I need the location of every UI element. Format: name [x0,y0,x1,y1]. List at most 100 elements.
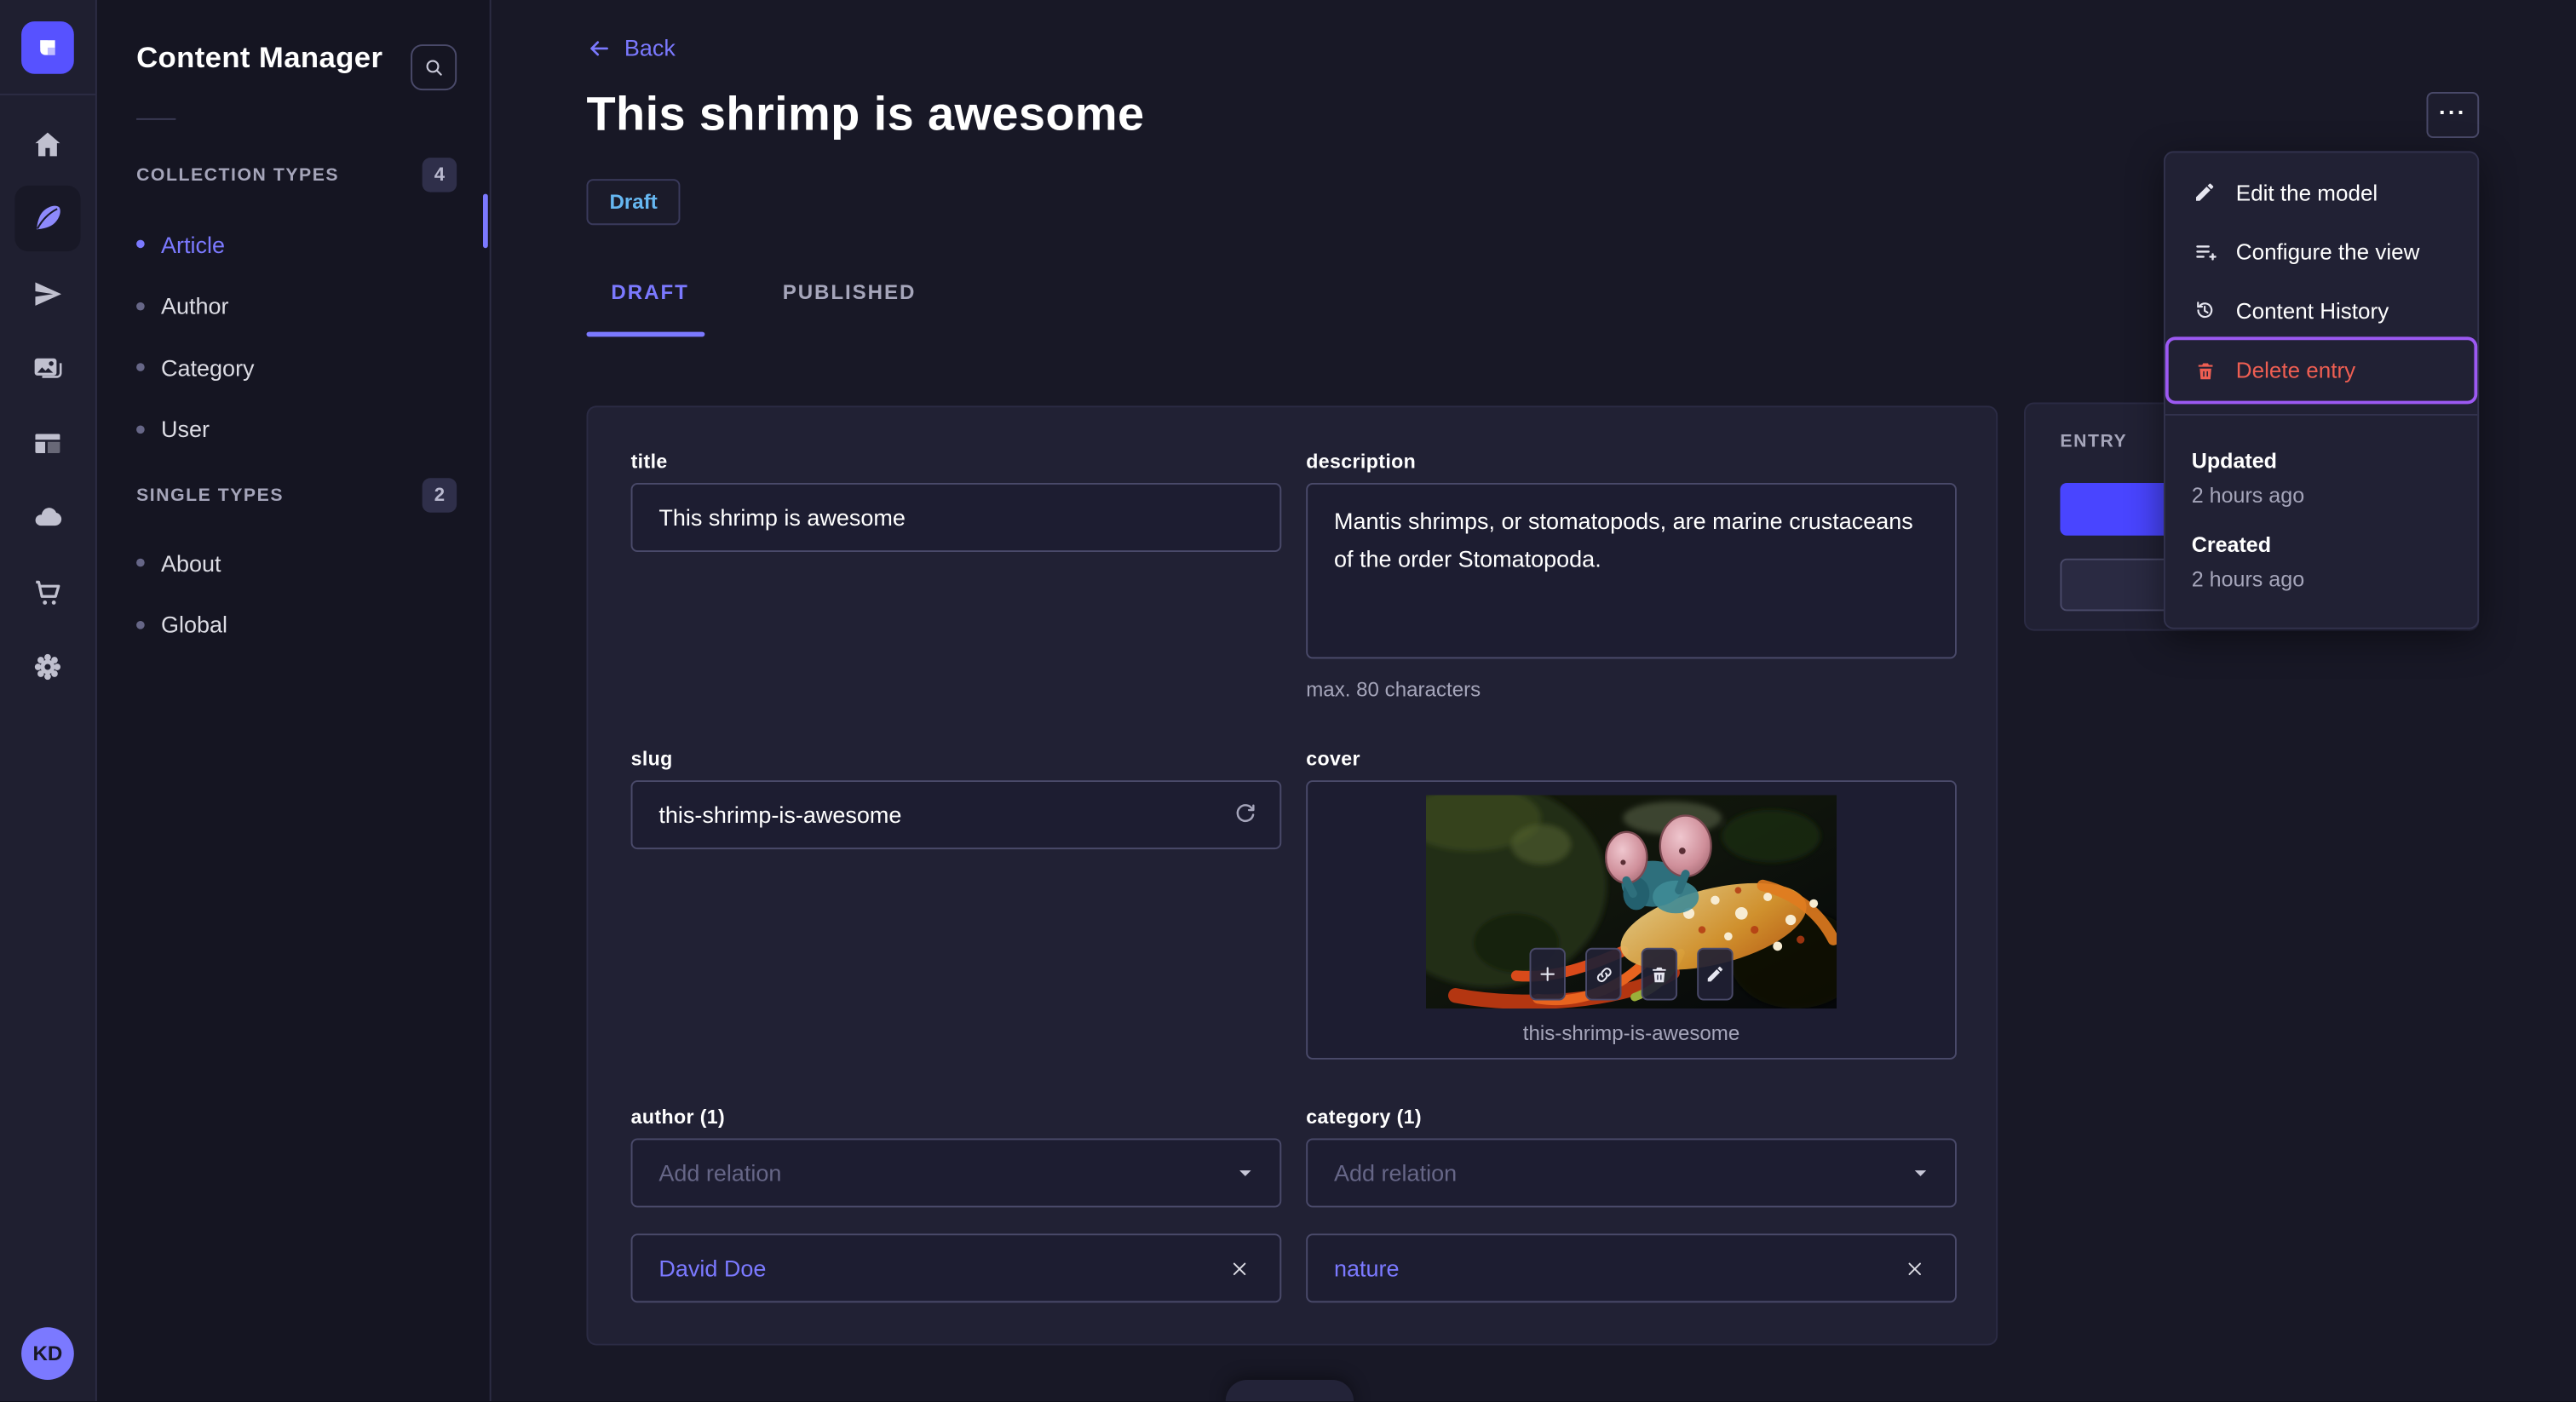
single-types-count-badge: 2 [422,478,457,513]
page-title: This shrimp is awesome [586,89,1145,141]
bottom-floating-widget[interactable] [1225,1379,1354,1402]
single-types-header: SINGLE TYPES 2 [136,478,457,513]
list-plus-icon [2192,239,2218,264]
tab-draft[interactable]: DRAFT [611,281,688,304]
plus-icon [1540,967,1555,981]
field-title: title [630,450,1282,701]
menu-item-content-history[interactable]: Content History [2169,281,2475,340]
cloud-icon[interactable] [14,485,80,550]
title-input[interactable] [630,482,1282,552]
strapi-logo-glyph [40,40,55,55]
trash-icon [2192,359,2218,382]
cover-media-box: this-shrimp-is-awesome [1306,780,1957,1060]
release-paper-plane-icon[interactable] [14,261,80,327]
sidebar-item-category[interactable]: Category [95,336,490,398]
chevron-down-icon [1233,1161,1256,1184]
delete-media-button[interactable] [1641,947,1678,1001]
bullet-dot [136,363,145,372]
author-relation-item: David Doe [630,1233,1282,1303]
back-link[interactable]: Back [586,34,676,60]
entry-panel-title: ENTRY [2060,432,2128,452]
entry-meta: Updated 2 hours ago Created 2 hours ago [2165,413,2478,628]
search-icon [426,60,442,76]
sidebar-item-article[interactable]: Article [95,214,490,275]
cover-label: cover [1306,747,1360,771]
slug-input[interactable] [630,780,1282,850]
content-manager-subnav: Content Manager COLLECTION TYPES 4 Artic… [95,0,492,1402]
subnav-divider [136,118,176,120]
rail-divider [0,93,95,95]
title-label: title [630,450,668,474]
regenerate-slug-button[interactable] [1219,789,1272,842]
author-relation-link[interactable]: David Doe [658,1255,766,1281]
category-relation-combobox[interactable]: Add relation [1306,1138,1957,1208]
cover-actions-toolbar [1529,947,1734,1001]
updated-label: Updated [2191,448,2277,474]
author-label: author (1) [630,1105,726,1129]
bullet-dot [136,425,145,434]
status-badge: Draft [586,179,681,226]
category-label: category (1) [1306,1105,1423,1129]
user-avatar[interactable]: KD [21,1327,74,1380]
more-actions-button[interactable]: ··· [2426,91,2480,138]
edit-media-button[interactable] [1697,947,1734,1001]
description-label: description [1306,450,1417,474]
author-relation-combobox[interactable]: Add relation [630,1138,1282,1208]
back-arrow-icon [590,40,608,55]
link-icon [1596,967,1611,982]
category-relation-link[interactable]: nature [1334,1255,1400,1281]
field-author: author (1) Add relation David Doe [630,1105,1282,1303]
refresh-icon [1236,804,1255,823]
sidebar-item-global[interactable]: Global [95,594,490,655]
sidebar-item-author[interactable]: Author [95,275,490,336]
bullet-dot [136,559,145,567]
menu-item-configure-the-view[interactable]: Configure the view [2169,221,2475,280]
main-nav-rail: KD [0,0,97,1402]
slug-label: slug [630,747,673,771]
app-window: KD Content Manager COLLECTION TYPES 4 Ar… [0,0,2576,1402]
updated-value: 2 hours ago [2191,482,2305,508]
search-button[interactable] [411,44,457,91]
bullet-dot [136,620,145,629]
active-tab-underline [586,331,705,337]
field-slug: slug [630,747,1282,1059]
history-clock-icon [2192,299,2218,322]
home-icon[interactable] [14,112,80,177]
menu-item-edit-the-model[interactable]: Edit the model [2169,163,2475,221]
category-relation-item: nature [1306,1233,1957,1303]
more-actions-menu: Edit the model Configure the view Conten… [2163,151,2480,629]
entry-form-panel: title description Mantis shrimps, or sto… [586,405,1998,1346]
close-icon [1232,1261,1245,1275]
description-hint: max. 80 characters [1306,678,1481,702]
content-manager-feather-icon[interactable] [14,185,81,252]
remove-category-relation-button[interactable] [1893,1247,1935,1290]
sidebar-item-user[interactable]: User [95,399,490,460]
bullet-dot [136,240,145,249]
marketplace-cart-icon[interactable] [14,560,80,626]
sidebar-item-about[interactable]: About [95,532,490,594]
menu-item-delete-entry[interactable]: Delete entry [2169,340,2475,400]
remove-author-relation-button[interactable] [1217,1247,1260,1290]
collection-types-count-badge: 4 [422,158,457,192]
media-library-icon[interactable] [14,335,80,400]
description-textarea[interactable]: Mantis shrimps, or stomatopods, are mari… [1306,482,1957,659]
created-value: 2 hours ago [2191,566,2305,592]
trash-icon [1653,966,1666,982]
pencil-icon [1707,966,1723,982]
field-description: description Mantis shrimps, or stomatopo… [1306,450,1957,701]
copy-link-button[interactable] [1585,947,1622,1001]
tab-published[interactable]: PUBLISHED [783,281,917,304]
subnav-title: Content Manager [136,41,383,74]
add-media-button[interactable] [1529,947,1566,1001]
subnav-scrollbar-thumb[interactable] [482,193,488,249]
pencil-icon [2192,181,2218,204]
version-tabs: DRAFT PUBLISHED [586,281,916,304]
collection-types-header: COLLECTION TYPES 4 [136,158,457,192]
field-category: category (1) Add relation nature [1306,1105,1957,1303]
field-cover: cover this-shrimp-is-awesome [1306,747,1957,1060]
settings-gear-icon[interactable] [14,634,80,699]
content-type-builder-layout-icon[interactable] [14,411,80,476]
created-label: Created [2191,531,2272,557]
strapi-logo[interactable] [21,21,74,74]
cover-filename: this-shrimp-is-awesome [1522,1021,1740,1045]
